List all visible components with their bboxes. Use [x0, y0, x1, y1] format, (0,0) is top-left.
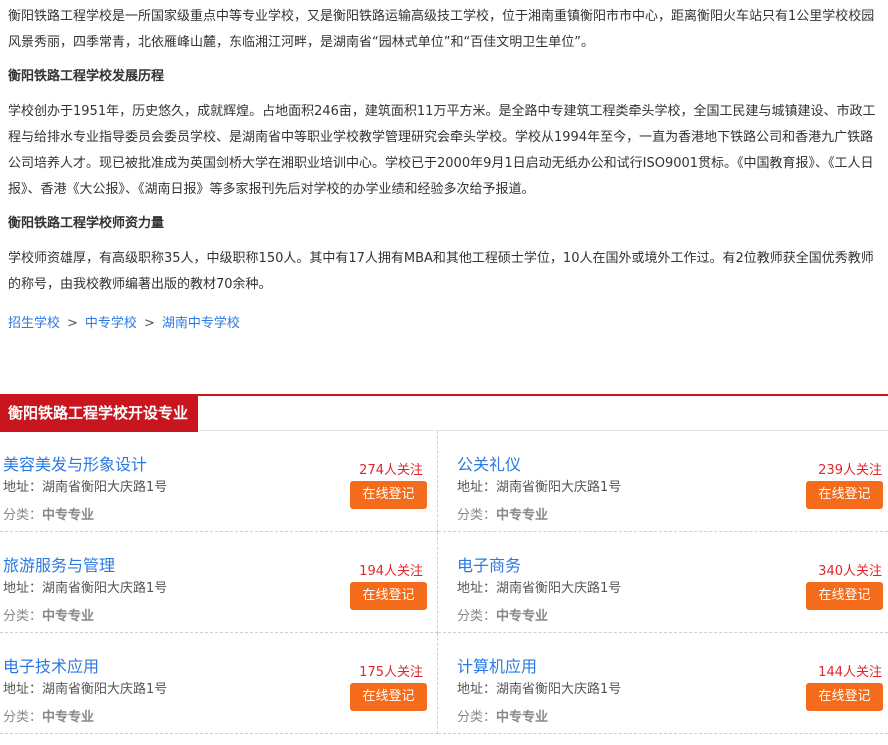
faculty-heading: 衡阳铁路工程学校师资力量 — [8, 216, 165, 231]
intro-paragraph: 衡阳铁路工程学校是一所国家级重点中等专业学校，又是衡阳铁路运输高级技工学校，位于… — [8, 9, 875, 50]
follow-count: 340人关注 — [818, 564, 882, 579]
major-card: 电子商务 地址：湖南省衡阳大庆路1号 分类：中专专业 340人关注 在线登记 — [438, 532, 888, 633]
major-category: 分类：中专专业 — [457, 609, 549, 624]
history-paragraph: 学校创办于1951年，历史悠久，成就辉煌。占地面积246亩，建筑面积11万平方米… — [8, 104, 876, 197]
article-body: 衡阳铁路工程学校是一所国家级重点中等专业学校，又是衡阳铁路运输高级技工学校，位于… — [0, 0, 888, 334]
follow-count: 144人关注 — [818, 665, 882, 680]
major-card: 电子技术应用 地址：湖南省衡阳大庆路1号 分类：中专专业 175人关注 在线登记 — [0, 633, 438, 734]
majors-section-header: 衡阳铁路工程学校开设专业 — [0, 394, 888, 432]
majors-section-title: 衡阳铁路工程学校开设专业 — [0, 394, 199, 432]
breadcrumb: 招生学校 > 中专学校 > 湖南中专学校 — [8, 314, 880, 334]
major-card: 公关礼仪 地址：湖南省衡阳大庆路1号 分类：中专专业 239人关注 在线登记 — [438, 431, 888, 532]
major-name-link[interactable]: 电子商务 — [457, 552, 521, 576]
major-card: 旅游服务与管理 地址：湖南省衡阳大庆路1号 分类：中专专业 194人关注 在线登… — [0, 532, 438, 633]
register-button[interactable]: 在线登记 — [350, 481, 427, 509]
register-button[interactable]: 在线登记 — [806, 683, 883, 711]
register-button[interactable]: 在线登记 — [350, 582, 427, 610]
majors-section: 衡阳铁路工程学校开设专业 美容美发与形象设计 地址：湖南省衡阳大庆路1号 分类：… — [0, 394, 888, 734]
breadcrumb-separator: > — [67, 316, 78, 331]
major-name-link[interactable]: 公关礼仪 — [457, 451, 521, 475]
history-heading: 衡阳铁路工程学校发展历程 — [8, 69, 165, 84]
major-category: 分类：中专专业 — [457, 508, 549, 523]
register-button[interactable]: 在线登记 — [350, 683, 427, 711]
majors-grid: 美容美发与形象设计 地址：湖南省衡阳大庆路1号 分类：中专专业 274人关注 在… — [0, 431, 888, 734]
major-card: 美容美发与形象设计 地址：湖南省衡阳大庆路1号 分类：中专专业 274人关注 在… — [0, 431, 438, 532]
major-address: 地址：湖南省衡阳大庆路1号 — [457, 581, 622, 596]
major-name-link[interactable]: 计算机应用 — [457, 653, 537, 677]
major-card: 计算机应用 地址：湖南省衡阳大庆路1号 分类：中专专业 144人关注 在线登记 — [438, 633, 888, 734]
breadcrumb-link-schools[interactable]: 招生学校 — [8, 316, 60, 331]
register-button[interactable]: 在线登记 — [806, 481, 883, 509]
follow-count: 274人关注 — [359, 463, 423, 478]
register-button[interactable]: 在线登记 — [806, 582, 883, 610]
major-address: 地址：湖南省衡阳大庆路1号 — [457, 480, 622, 495]
follow-count: 239人关注 — [818, 463, 882, 478]
follow-count: 194人关注 — [359, 564, 423, 579]
major-name-link[interactable]: 美容美发与形象设计 — [3, 451, 147, 475]
major-address: 地址：湖南省衡阳大庆路1号 — [457, 682, 622, 697]
major-category: 分类：中专专业 — [3, 508, 95, 523]
faculty-paragraph: 学校师资雄厚，有高级职称35人，中级职称150人。其中有17人拥有MBA和其他工… — [8, 251, 874, 292]
major-address: 地址：湖南省衡阳大庆路1号 — [3, 480, 168, 495]
major-address: 地址：湖南省衡阳大庆路1号 — [3, 581, 168, 596]
major-category: 分类：中专专业 — [3, 609, 95, 624]
breadcrumb-link-secondary[interactable]: 中专学校 — [85, 316, 137, 331]
major-category: 分类：中专专业 — [457, 710, 549, 725]
follow-count: 175人关注 — [359, 665, 423, 680]
major-name-link[interactable]: 旅游服务与管理 — [3, 552, 115, 576]
breadcrumb-separator: > — [143, 316, 155, 331]
major-name-link[interactable]: 电子技术应用 — [3, 653, 99, 677]
major-address: 地址：湖南省衡阳大庆路1号 — [3, 682, 168, 697]
major-category: 分类：中专专业 — [3, 710, 95, 725]
breadcrumb-link-hunan[interactable]: 湖南中专学校 — [162, 316, 240, 331]
